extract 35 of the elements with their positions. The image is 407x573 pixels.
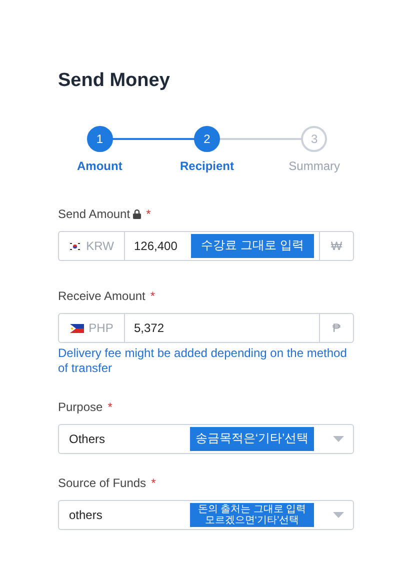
required-mark: * (150, 289, 156, 303)
currency-code: KRW (86, 239, 114, 253)
step-label: Summary (288, 159, 340, 173)
select-value: others (69, 508, 102, 522)
field-label: Purpose (58, 400, 103, 414)
step-label: Amount (77, 159, 122, 173)
annotation-label: 수강료 그대로 입력 (191, 234, 314, 258)
page-title: Send Money (58, 70, 171, 92)
amount-field[interactable]: PHP 5,372 ₱ (58, 313, 354, 343)
annotation-label: 돈의 출처는 그대로 입력 모르겠으면‘기타’선택 (190, 503, 314, 527)
dropdown-caret-icon (333, 512, 344, 518)
amount-value: 126,400 (134, 239, 178, 253)
currency-code: PHP (88, 321, 114, 335)
select-field[interactable]: others 돈의 출처는 그대로 입력 모르겠으면‘기타’선택 (58, 500, 354, 530)
currency-symbol: ₱ (332, 321, 340, 335)
required-mark: * (151, 476, 156, 490)
field-label: Send Amount (58, 207, 130, 221)
step-circle: 1 (86, 126, 113, 152)
step-circle: 2 (194, 126, 220, 152)
step-label: Recipient (180, 159, 234, 173)
currency-symbol: ₩ (330, 239, 342, 253)
flag-icon (70, 324, 84, 332)
delivery-fee-note: Delivery fee might be added depending on the method of transfer (58, 346, 348, 376)
required-mark: * (146, 207, 151, 221)
field-label: Source of Funds (58, 476, 146, 490)
flag-icon (69, 242, 82, 250)
required-mark: * (108, 400, 112, 414)
select-value: Others (69, 432, 106, 446)
field-label: Receive Amount (58, 289, 146, 303)
dropdown-caret-icon (333, 436, 344, 442)
amount-value: 5,372 (134, 321, 164, 335)
amount-field[interactable]: KRW 126,400 ₩ 수강료 그대로 입력 (58, 231, 354, 261)
select-field[interactable]: Others 송금목적은‘기타’선택 (58, 424, 354, 454)
annotation-label: 송금목적은‘기타’선택 (190, 427, 314, 451)
step-circle: 3 (301, 126, 328, 152)
